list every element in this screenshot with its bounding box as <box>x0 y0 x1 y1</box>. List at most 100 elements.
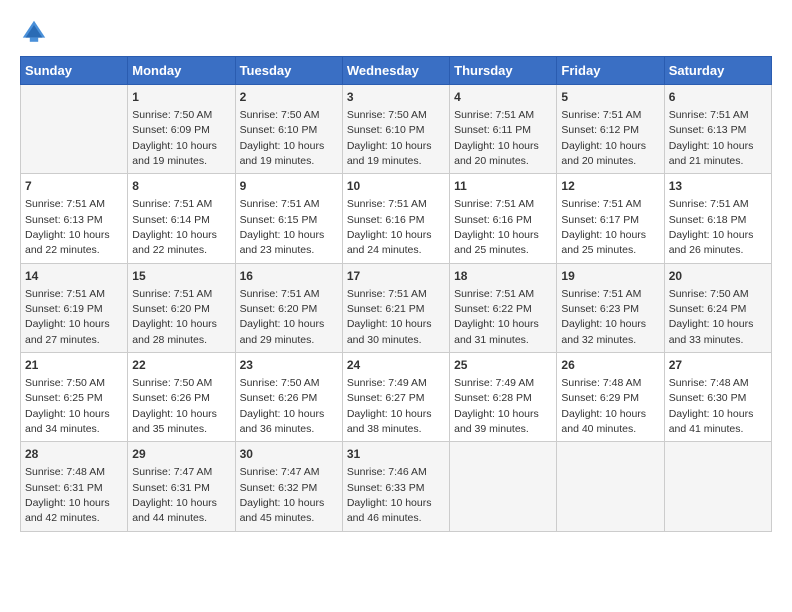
calendar-cell: 27Sunrise: 7:48 AMSunset: 6:30 PMDayligh… <box>664 353 771 442</box>
daylight: Daylight: 10 hours and 38 minutes. <box>347 408 432 435</box>
daylight: Daylight: 10 hours and 25 minutes. <box>454 229 539 256</box>
calendar-cell: 24Sunrise: 7:49 AMSunset: 6:27 PMDayligh… <box>342 353 449 442</box>
sunset: Sunset: 6:22 PM <box>454 303 532 315</box>
week-row-3: 14 Sunrise: 7:51 AM Sunset: 6:19 PM Dayligh… <box>21 263 772 352</box>
day-number: 14 <box>25 268 123 285</box>
sunset: Sunset: 6:30 PM <box>669 392 747 404</box>
column-header-friday: Friday <box>557 57 664 85</box>
daylight: Daylight: 10 hours and 22 minutes. <box>132 229 217 256</box>
page: SundayMondayTuesdayWednesdayThursdayFrid… <box>0 0 792 542</box>
calendar-cell <box>664 442 771 531</box>
day-number: 16 <box>240 268 338 285</box>
calendar-cell: 9Sunrise: 7:51 AMSunset: 6:15 PMDaylight… <box>235 174 342 263</box>
sunrise: Sunrise: 7:48 AM <box>669 377 749 389</box>
week-row-5: 28Sunrise: 7:48 AMSunset: 6:31 PMDayligh… <box>21 442 772 531</box>
sunrise: Sunrise: 7:50 AM <box>669 288 749 300</box>
sunrise: Sunrise: 7:51 AM <box>347 288 427 300</box>
sunset: Sunset: 6:16 PM <box>347 214 425 226</box>
sunrise: Sunrise: 7:46 AM <box>347 466 427 478</box>
daylight: Daylight: 10 hours and 21 minutes. <box>669 140 754 167</box>
sunrise: Sunrise: 7:51 AM <box>25 288 105 300</box>
sunrise: Sunrise: 7:51 AM <box>25 198 105 210</box>
sunrise: Sunrise: 7:51 AM <box>240 198 320 210</box>
column-header-monday: Monday <box>128 57 235 85</box>
day-number: 26 <box>561 357 659 374</box>
sunset: Sunset: 6:24 PM <box>669 303 747 315</box>
daylight: Daylight: 10 hours and 19 minutes. <box>132 140 217 167</box>
sunset: Sunset: 6:10 PM <box>347 124 425 136</box>
sunrise: Sunrise: 7:51 AM <box>561 198 641 210</box>
sunset: Sunset: 6:14 PM <box>132 214 210 226</box>
daylight: Daylight: 10 hours and 45 minutes. <box>240 497 325 524</box>
day-number: 31 <box>347 446 445 463</box>
daylight: Daylight: 10 hours and 34 minutes. <box>25 408 110 435</box>
daylight: Daylight: 10 hours and 28 minutes. <box>132 318 217 345</box>
calendar-cell: 26Sunrise: 7:48 AMSunset: 6:29 PMDayligh… <box>557 353 664 442</box>
sunset: Sunset: 6:31 PM <box>132 482 210 494</box>
calendar-cell: 7Sunrise: 7:51 AMSunset: 6:13 PMDaylight… <box>21 174 128 263</box>
sunset: Sunset: 6:21 PM <box>347 303 425 315</box>
daylight: Daylight: 10 hours and 26 minutes. <box>669 229 754 256</box>
logo <box>20 18 52 46</box>
calendar-cell: 18Sunrise: 7:51 AMSunset: 6:22 PMDayligh… <box>450 263 557 352</box>
sunset: Sunset: 6:26 PM <box>240 392 318 404</box>
calendar-cell: 25Sunrise: 7:49 AMSunset: 6:28 PMDayligh… <box>450 353 557 442</box>
calendar-cell: 14Sunrise: 7:51 AMSunset: 6:19 PMDayligh… <box>21 263 128 352</box>
calendar-cell <box>557 442 664 531</box>
calendar-cell: 15Sunrise: 7:51 AMSunset: 6:20 PMDayligh… <box>128 263 235 352</box>
sunrise: Sunrise: 7:51 AM <box>454 288 534 300</box>
sunset: Sunset: 6:12 PM <box>561 124 639 136</box>
calendar-cell: 1Sunrise: 7:50 AMSunset: 6:09 PMDaylight… <box>128 85 235 174</box>
calendar-cell <box>21 85 128 174</box>
sunset: Sunset: 6:32 PM <box>240 482 318 494</box>
calendar-cell: 23Sunrise: 7:50 AMSunset: 6:26 PMDayligh… <box>235 353 342 442</box>
daylight: Daylight: 10 hours and 46 minutes. <box>347 497 432 524</box>
daylight: Daylight: 10 hours and 24 minutes. <box>347 229 432 256</box>
day-number: 10 <box>347 178 445 195</box>
sunset: Sunset: 6:13 PM <box>25 214 103 226</box>
daylight: Daylight: 10 hours and 20 minutes. <box>454 140 539 167</box>
sunset: Sunset: 6:33 PM <box>347 482 425 494</box>
sunrise: Sunrise: 7:50 AM <box>240 109 320 121</box>
calendar-cell <box>450 442 557 531</box>
calendar-cell: 21Sunrise: 7:50 AMSunset: 6:25 PMDayligh… <box>21 353 128 442</box>
sunrise: Sunrise: 7:51 AM <box>240 288 320 300</box>
day-number: 12 <box>561 178 659 195</box>
daylight: Daylight: 10 hours and 33 minutes. <box>669 318 754 345</box>
sunrise: Sunrise: 7:51 AM <box>561 288 641 300</box>
day-number: 11 <box>454 178 552 195</box>
sunrise: Sunrise: 7:51 AM <box>561 109 641 121</box>
day-number: 8 <box>132 178 230 195</box>
calendar-cell: 11Sunrise: 7:51 AMSunset: 6:16 PMDayligh… <box>450 174 557 263</box>
logo-icon <box>20 18 48 46</box>
daylight: Daylight: 10 hours and 25 minutes. <box>561 229 646 256</box>
calendar-cell: 6Sunrise: 7:51 AMSunset: 6:13 PMDaylight… <box>664 85 771 174</box>
calendar-cell: 5Sunrise: 7:51 AMSunset: 6:12 PMDaylight… <box>557 85 664 174</box>
day-number: 17 <box>347 268 445 285</box>
day-number: 13 <box>669 178 767 195</box>
column-header-sunday: Sunday <box>21 57 128 85</box>
day-number: 18 <box>454 268 552 285</box>
day-number: 22 <box>132 357 230 374</box>
day-number: 23 <box>240 357 338 374</box>
sunrise: Sunrise: 7:47 AM <box>132 466 212 478</box>
sunset: Sunset: 6:28 PM <box>454 392 532 404</box>
column-header-saturday: Saturday <box>664 57 771 85</box>
sunrise: Sunrise: 7:50 AM <box>132 109 212 121</box>
daylight: Daylight: 10 hours and 19 minutes. <box>240 140 325 167</box>
sunset: Sunset: 6:19 PM <box>25 303 103 315</box>
sunset: Sunset: 6:09 PM <box>132 124 210 136</box>
day-number: 6 <box>669 89 767 106</box>
calendar-cell: 31 Sunrise: 7:46 AM Sunset: 6:33 PM Dayligh… <box>342 442 449 531</box>
sunset: Sunset: 6:27 PM <box>347 392 425 404</box>
day-number: 19 <box>561 268 659 285</box>
day-number: 9 <box>240 178 338 195</box>
calendar-cell: 22Sunrise: 7:50 AMSunset: 6:26 PMDayligh… <box>128 353 235 442</box>
sunrise: Sunrise: 7:48 AM <box>25 466 105 478</box>
day-number: 24 <box>347 357 445 374</box>
calendar-cell: 8Sunrise: 7:51 AMSunset: 6:14 PMDaylight… <box>128 174 235 263</box>
daylight: Daylight: 10 hours and 22 minutes. <box>25 229 110 256</box>
calendar-cell: 29Sunrise: 7:47 AMSunset: 6:31 PMDayligh… <box>128 442 235 531</box>
sunset: Sunset: 6:11 PM <box>454 124 531 136</box>
calendar-cell: 12Sunrise: 7:51 AMSunset: 6:17 PMDayligh… <box>557 174 664 263</box>
